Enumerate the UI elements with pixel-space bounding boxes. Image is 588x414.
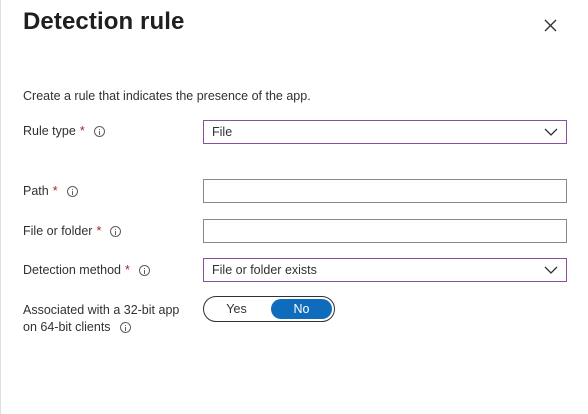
detection-rule-panel: Detection rule Create a rule that indica… [0, 0, 588, 414]
associated-32bit-label: Associated with a 32-bit app on 64-bit c… [23, 302, 179, 336]
toggle-option-no[interactable]: No [271, 299, 332, 319]
file-or-folder-label: File or folder [23, 224, 93, 238]
chevron-down-icon [544, 266, 558, 274]
detection-method-label: Detection method [23, 263, 121, 277]
rule-type-label-row: Rule type * [23, 124, 105, 138]
associated-32bit-toggle[interactable]: Yes No [203, 296, 335, 322]
path-input[interactable] [203, 179, 567, 203]
close-button[interactable] [539, 14, 561, 36]
required-marker: * [96, 224, 102, 238]
file-or-folder-label-row: File or folder * [23, 224, 122, 238]
associated-32bit-label-line2-row: on 64-bit clients [23, 319, 179, 336]
rule-type-label: Rule type [23, 124, 76, 138]
path-label-row: Path * [23, 184, 78, 198]
associated-32bit-label-line1: Associated with a 32-bit app [23, 303, 180, 317]
required-marker: * [52, 184, 58, 198]
info-icon[interactable] [110, 225, 122, 237]
required-marker: * [79, 124, 85, 138]
panel-title: Detection rule [23, 8, 185, 35]
detection-method-value: File or folder exists [212, 263, 317, 277]
detection-method-label-row: Detection method * [23, 263, 150, 277]
detection-method-dropdown[interactable]: File or folder exists [203, 258, 567, 282]
chevron-down-icon [544, 128, 558, 136]
info-icon[interactable] [138, 264, 150, 276]
required-marker: * [124, 263, 130, 277]
info-icon[interactable] [66, 185, 78, 197]
info-icon[interactable] [119, 322, 131, 333]
associated-32bit-label-line2: on 64-bit clients [23, 320, 111, 334]
info-icon[interactable] [93, 125, 105, 137]
rule-type-value: File [212, 125, 233, 139]
description-text: Create a rule that indicates the presenc… [23, 89, 311, 103]
close-icon [544, 19, 557, 32]
rule-type-dropdown[interactable]: File [203, 120, 567, 144]
toggle-option-yes[interactable]: Yes [206, 299, 267, 319]
file-or-folder-input[interactable] [203, 219, 567, 243]
path-label: Path [23, 184, 49, 198]
